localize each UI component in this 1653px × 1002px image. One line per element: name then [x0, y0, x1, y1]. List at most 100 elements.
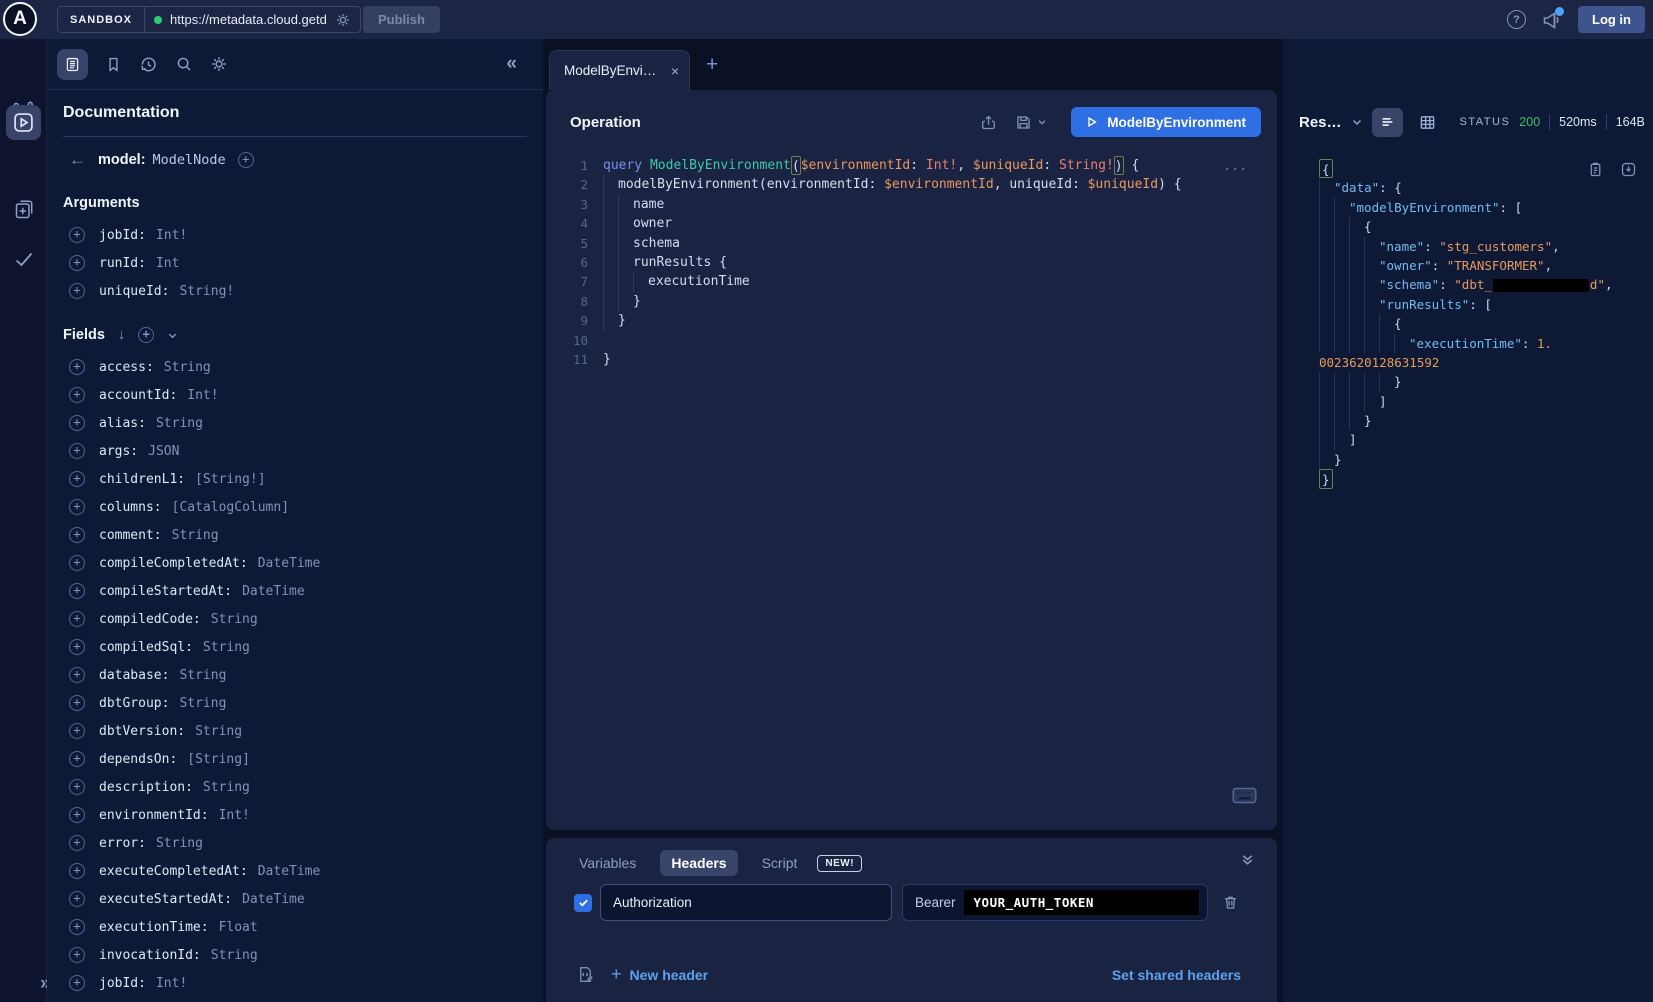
- add-to-query-icon[interactable]: +: [69, 891, 85, 907]
- add-to-query-icon[interactable]: +: [69, 227, 85, 243]
- header-enabled-checkbox[interactable]: [574, 894, 592, 912]
- header-key-input[interactable]: [600, 884, 892, 921]
- add-to-query-icon[interactable]: +: [69, 807, 85, 823]
- add-to-query-icon[interactable]: +: [69, 499, 85, 515]
- add-to-query-icon[interactable]: +: [69, 667, 85, 683]
- add-to-query-icon[interactable]: +: [69, 835, 85, 851]
- response-dropdown-chevron-icon[interactable]: [1351, 116, 1363, 128]
- field-row[interactable]: +childrenL1:[String!]: [69, 465, 527, 493]
- add-to-query-icon[interactable]: +: [69, 779, 85, 795]
- code-line[interactable]: 7executionTime: [562, 272, 1267, 291]
- saved-operations-bookmark-icon[interactable]: [105, 56, 122, 73]
- code-line[interactable]: 11}: [562, 350, 1267, 369]
- add-to-query-icon[interactable]: +: [69, 359, 85, 375]
- operation-tab[interactable]: ModelByEnvi… ×: [549, 50, 690, 90]
- collapse-panel-icon[interactable]: «: [506, 53, 515, 75]
- add-to-query-icon[interactable]: +: [69, 583, 85, 599]
- field-row[interactable]: +dependsOn:[String]: [69, 745, 527, 773]
- add-to-query-icon[interactable]: +: [69, 443, 85, 459]
- endpoint-settings-gear-icon[interactable]: [335, 12, 351, 28]
- history-icon[interactable]: [139, 55, 158, 74]
- delete-header-icon[interactable]: [1222, 894, 1239, 911]
- field-row[interactable]: +compiledCode:String: [69, 605, 527, 633]
- tab-headers[interactable]: Headers: [660, 850, 737, 876]
- close-tab-icon[interactable]: ×: [671, 63, 679, 79]
- header-value-field[interactable]: Bearer YOUR_AUTH_TOKEN: [902, 884, 1208, 921]
- code-line[interactable]: 1query ModelByEnvironment($environmentId…: [562, 156, 1267, 175]
- field-row[interactable]: +executeStartedAt:DateTime: [69, 885, 527, 913]
- field-row[interactable]: +jobId:Int!: [69, 969, 527, 997]
- field-row[interactable]: +access:String: [69, 353, 527, 381]
- code-line[interactable]: 10: [562, 331, 1267, 350]
- field-row[interactable]: +dbtVersion:String: [69, 717, 527, 745]
- add-to-query-icon[interactable]: +: [69, 555, 85, 571]
- checks-icon[interactable]: [0, 247, 47, 271]
- graphql-editor[interactable]: 1query ModelByEnvironment($environmentId…: [562, 156, 1267, 369]
- add-to-query-icon[interactable]: +: [69, 947, 85, 963]
- search-icon[interactable]: [175, 55, 193, 73]
- share-operation-icon[interactable]: [980, 114, 997, 131]
- add-type-icon[interactable]: +: [238, 152, 254, 168]
- table-view-toggle-icon[interactable]: [1412, 108, 1443, 137]
- add-to-query-icon[interactable]: +: [69, 387, 85, 403]
- field-row[interactable]: +compileCompletedAt:DateTime: [69, 549, 527, 577]
- settings-gear-icon[interactable]: [210, 55, 228, 73]
- tab-variables[interactable]: Variables: [568, 850, 647, 876]
- add-to-query-icon[interactable]: +: [69, 919, 85, 935]
- field-row[interactable]: +error:String: [69, 829, 527, 857]
- argument-row[interactable]: +uniqueId:String!: [69, 277, 527, 305]
- back-arrow-icon[interactable]: ←: [69, 150, 86, 170]
- breadcrumb-type[interactable]: ModelNode: [153, 152, 226, 168]
- publish-button[interactable]: Publish: [363, 6, 440, 33]
- code-line[interactable]: 6runResults {: [562, 253, 1267, 272]
- code-line[interactable]: 5schema: [562, 234, 1267, 253]
- field-row[interactable]: +environmentId:Int!: [69, 801, 527, 829]
- add-to-query-icon[interactable]: +: [69, 751, 85, 767]
- add-to-query-icon[interactable]: +: [69, 255, 85, 271]
- field-row[interactable]: +comment:String: [69, 521, 527, 549]
- tab-script[interactable]: Script: [751, 850, 809, 876]
- add-to-query-icon[interactable]: +: [69, 695, 85, 711]
- field-row[interactable]: +executionTime:Float: [69, 913, 527, 941]
- collapse-bottom-panel-icon[interactable]: [1240, 852, 1255, 867]
- edit-headers-file-icon[interactable]: [576, 965, 595, 984]
- field-row[interactable]: +database:String: [69, 661, 527, 689]
- copy-response-icon[interactable]: [1587, 161, 1604, 178]
- chevron-down-icon[interactable]: [167, 330, 178, 341]
- code-line[interactable]: 3name: [562, 195, 1267, 214]
- explorer-icon[interactable]: [6, 105, 41, 140]
- add-all-fields-icon[interactable]: +: [138, 327, 154, 343]
- field-row[interactable]: +args:JSON: [69, 437, 527, 465]
- code-line[interactable]: 8}: [562, 292, 1267, 311]
- new-header-button[interactable]: + New header: [611, 964, 708, 985]
- add-to-query-icon[interactable]: +: [69, 723, 85, 739]
- field-row[interactable]: +invocationId:String: [69, 941, 527, 969]
- graph-endpoint-chip[interactable]: SANDBOX https://metadata.cloud.getd: [57, 6, 361, 33]
- field-row[interactable]: +compiledSql:String: [69, 633, 527, 661]
- add-to-query-icon[interactable]: +: [69, 639, 85, 655]
- endpoint-url[interactable]: https://metadata.cloud.getd: [170, 12, 327, 27]
- add-to-query-icon[interactable]: +: [69, 611, 85, 627]
- code-line[interactable]: 2modelByEnvironment(environmentId: $envi…: [562, 175, 1267, 194]
- add-to-query-icon[interactable]: +: [69, 863, 85, 879]
- field-row[interactable]: +columns:[CatalogColumn]: [69, 493, 527, 521]
- field-row[interactable]: +executeCompletedAt:DateTime: [69, 857, 527, 885]
- new-tab-icon[interactable]: +: [706, 53, 718, 77]
- save-options-chevron-icon[interactable]: [1037, 117, 1047, 127]
- login-button[interactable]: Log in: [1578, 6, 1645, 33]
- save-operation-icon[interactable]: [1015, 114, 1032, 131]
- sort-arrow-icon[interactable]: ↓: [118, 327, 125, 343]
- add-to-query-icon[interactable]: +: [69, 975, 85, 991]
- json-view-toggle-icon[interactable]: [1372, 108, 1403, 137]
- field-row[interactable]: +alias:String: [69, 409, 527, 437]
- code-line[interactable]: 9}: [562, 311, 1267, 330]
- field-row[interactable]: +dbtGroup:String: [69, 689, 527, 717]
- argument-row[interactable]: +runId:Int: [69, 249, 527, 277]
- add-to-query-icon[interactable]: +: [69, 283, 85, 299]
- announcements-megaphone-icon[interactable]: [1541, 9, 1563, 31]
- documentation-tab-icon[interactable]: [57, 49, 88, 80]
- help-icon[interactable]: ?: [1507, 10, 1526, 29]
- response-json[interactable]: {"data": {"modelByEnvironment": [{"name"…: [1319, 159, 1653, 489]
- add-to-query-icon[interactable]: +: [69, 471, 85, 487]
- apollo-logo-icon[interactable]: A: [3, 2, 37, 36]
